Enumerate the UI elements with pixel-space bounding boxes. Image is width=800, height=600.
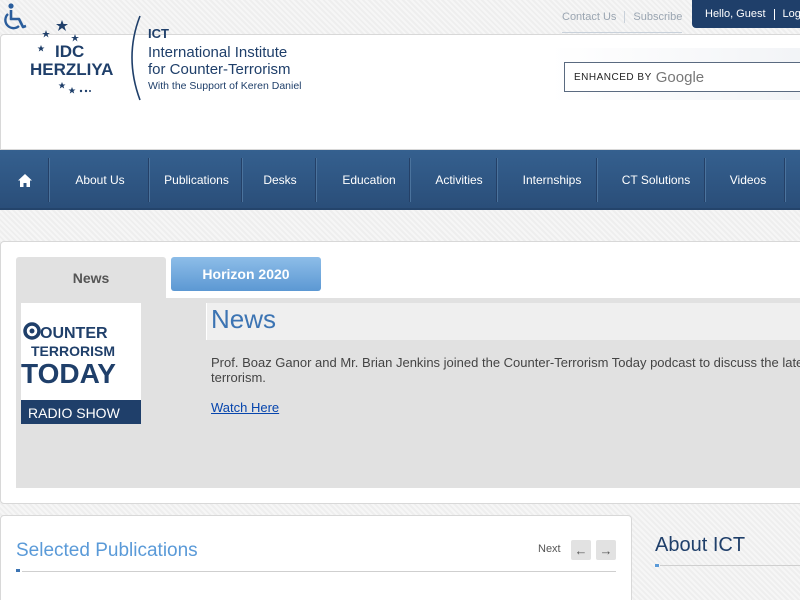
counter-terrorism-today-image[interactable]: OUNTER TERRORISM TODAY RADIO SHOW [21, 303, 141, 424]
search-input[interactable]: ENHANCED BY Google [564, 62, 800, 92]
wheelchair-icon[interactable] [2, 2, 30, 32]
nav-desks[interactable]: Desks [243, 150, 317, 210]
about-ict-title: About ICT [655, 534, 746, 556]
tab-horizon-2020[interactable]: Horizon 2020 [171, 257, 321, 291]
nav-home[interactable] [0, 150, 50, 210]
news-title: News [211, 304, 277, 334]
nav-education[interactable]: Education [317, 150, 421, 210]
svg-text:TERRORISM: TERRORISM [31, 343, 115, 359]
svg-text:for Counter-Terrorism: for Counter-Terrorism [148, 61, 291, 78]
nav-publications[interactable]: Publications [150, 150, 243, 210]
svg-text:IDC: IDC [55, 42, 84, 61]
tab-news[interactable]: News [16, 257, 166, 298]
about-divider [660, 565, 800, 566]
site-logo[interactable]: IDC HERZLIYA ICT International Institute… [28, 12, 328, 104]
google-logo: Google [655, 68, 705, 86]
svg-text:HERZLIYA: HERZLIYA [30, 60, 113, 79]
user-menu: Hello, Guest Log [692, 0, 800, 28]
news-title-bar [206, 303, 800, 340]
nav-internships[interactable]: Internships [498, 150, 606, 210]
next-arrow-button[interactable]: → [596, 540, 616, 560]
about-accent [655, 564, 659, 567]
svg-text:TODAY: TODAY [21, 358, 116, 389]
login-link[interactable]: Log [783, 8, 800, 20]
publications-next-label: Next [538, 543, 561, 555]
publications-accent [16, 569, 20, 572]
nav-videos[interactable]: Videos [706, 150, 790, 210]
svg-text:RADIO SHOW: RADIO SHOW [28, 405, 121, 421]
previous-arrow-button[interactable]: ← [571, 540, 591, 560]
top-links: Contact Us Subscribe [562, 7, 683, 33]
svg-text:With the Support of Keren Dani: With the Support of Keren Daniel [148, 80, 302, 92]
main-nav: About Us Publications Desks Education Ac… [0, 150, 800, 210]
user-separator [773, 8, 775, 20]
publications-divider [22, 571, 616, 572]
contact-us-link[interactable]: Contact Us [562, 10, 626, 23]
svg-text:International Institute: International Institute [148, 44, 287, 61]
svg-text:ICT: ICT [148, 26, 169, 41]
news-text: Prof. Boaz Ganor and Mr. Brian Jenkins j… [211, 355, 800, 385]
nav-ct-solutions[interactable]: CT Solutions [598, 150, 714, 210]
nav-activities[interactable]: Activities [411, 150, 507, 210]
publications-title: Selected Publications [16, 540, 198, 561]
nav-about-us[interactable]: About Us [50, 150, 150, 210]
home-icon [18, 173, 32, 187]
svg-text:OUNTER: OUNTER [40, 325, 108, 342]
search-label: ENHANCED BY [574, 71, 652, 83]
watch-here-link[interactable]: Watch Here [211, 400, 279, 415]
subscribe-link[interactable]: Subscribe [625, 11, 682, 23]
greeting-text: Hello, Guest [705, 8, 766, 20]
